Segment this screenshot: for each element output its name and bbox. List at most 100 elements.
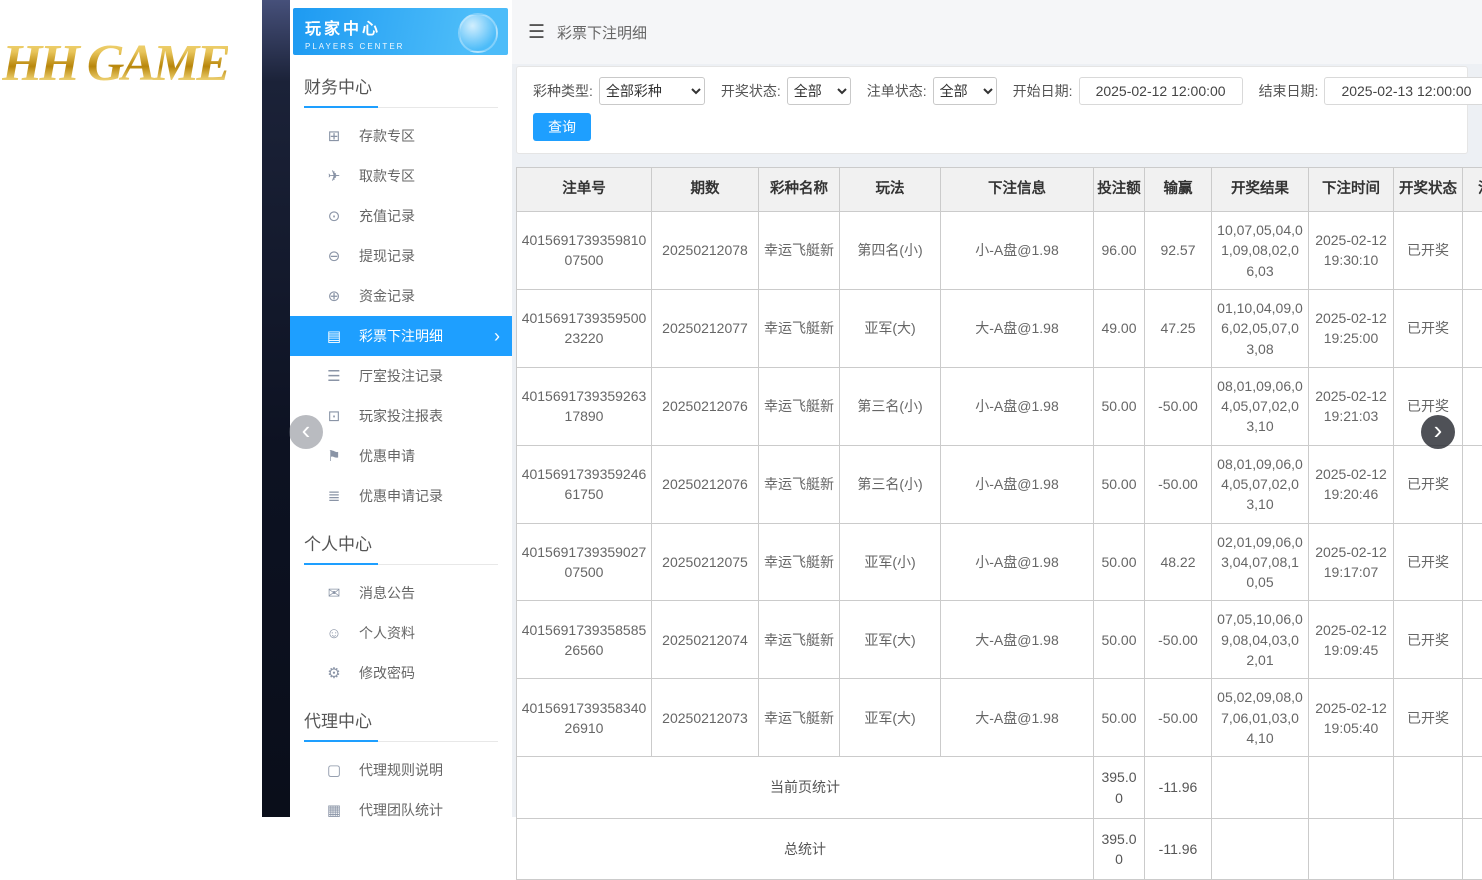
sidebar-item-label: 存款专区	[359, 126, 415, 146]
section-title-text: 代理中心	[304, 712, 372, 731]
sidebar-item-label: 优惠申请记录	[359, 486, 443, 506]
carousel-next-button[interactable]: ›	[1421, 415, 1455, 449]
order-status-select[interactable]: 全部	[933, 77, 997, 105]
player-bet-report-icon: ⊡	[324, 407, 344, 425]
sidebar: 玩家中心 PLAYERS CENTER 财务中心⊞存款专区✈取款专区⊙充值记录⊖…	[290, 0, 512, 817]
summary-empty-cell	[1463, 818, 1482, 880]
sidebar-item-message-announcements[interactable]: ✉ 消息公告	[290, 573, 512, 613]
carousel-prev-button[interactable]: ‹	[289, 415, 323, 449]
cell-draw_result: 01,10,04,09,06,02,05,07,03,08	[1212, 289, 1309, 367]
cell-bet_amount: 50.00	[1094, 679, 1145, 757]
agent-rules-icon: ▢	[324, 761, 344, 779]
sidebar-item-deposit-zone[interactable]: ⊞存款专区	[290, 116, 512, 156]
summary-row: 总统计395.00-11.96	[517, 818, 1482, 880]
cell-bet_time: 2025-02-12 19:25:00	[1309, 289, 1394, 367]
cell-draw_status: 已开奖	[1394, 679, 1463, 757]
summary-empty-cell	[1463, 757, 1482, 819]
players-center-banner: 玩家中心 PLAYERS CENTER	[293, 8, 508, 55]
summary-empty-cell	[1309, 757, 1394, 819]
backdrop-strip	[262, 0, 290, 817]
sidebar-section-title: 代理中心	[304, 707, 498, 742]
lottery-bet-details-icon: ▤	[324, 327, 344, 345]
lottery-type-select[interactable]: 全部彩种	[599, 77, 705, 105]
sidebar-item-agent-rules[interactable]: ▢代理规则说明	[290, 750, 512, 790]
column-header-bet_time: 下注时间	[1309, 168, 1394, 212]
page-title: 彩票下注明细	[557, 22, 647, 43]
sidebar-item-label: 彩票下注明细	[359, 326, 443, 346]
column-header-play: 玩法	[840, 168, 941, 212]
cell-bet_info: 小-A盘@1.98	[941, 445, 1094, 523]
sidebar-item-agent-team-stats[interactable]: ▦ 代理团队统计	[290, 790, 512, 817]
cell-win_loss: -50.00	[1145, 679, 1212, 757]
sidebar-item-profile[interactable]: ☺个人资料	[290, 613, 512, 653]
cell-bet_time: 2025-02-12 19:05:40	[1309, 679, 1394, 757]
cell-draw_result: 08,01,09,06,04,05,07,02,03,10	[1212, 445, 1309, 523]
cell-play: 亚军(大)	[840, 601, 941, 679]
sidebar-item-hall-bet-records[interactable]: ☰厅室投注记录	[290, 356, 512, 396]
sidebar-item-fund-records[interactable]: ⊕资金记录	[290, 276, 512, 316]
cell-lottery_name: 幸运飞艇新	[759, 367, 840, 445]
table-header-row: 注单号期数彩种名称玩法下注信息投注额输赢开奖结果下注时间开奖状态注单状态	[517, 168, 1482, 212]
draw-status-label: 开奖状态:	[721, 81, 781, 101]
cell-play: 第三名(小)	[840, 367, 941, 445]
cell-bet_amount: 50.00	[1094, 523, 1145, 601]
sidebar-item-lottery-bet-details[interactable]: ▤彩票下注明细›	[290, 316, 512, 356]
cell-bet_no: 401569173935926317890	[517, 367, 652, 445]
cell-win_loss: -50.00	[1145, 601, 1212, 679]
table-body: 40156917393598100750020250212078幸运飞艇新第四名…	[517, 212, 1482, 757]
column-header-lottery_name: 彩种名称	[759, 168, 840, 212]
table-summary: 当前页统计395.00-11.96总统计395.00-11.96	[517, 757, 1482, 880]
cell-draw_status: 已开奖	[1394, 601, 1463, 679]
cell-order_status: 有效	[1463, 445, 1482, 523]
column-header-bet_amount: 投注额	[1094, 168, 1145, 212]
cell-bet_info: 大-A盘@1.98	[941, 289, 1094, 367]
menu-toggle-icon[interactable]: ☰	[528, 21, 545, 44]
cell-order_status: 有效	[1463, 367, 1482, 445]
agent-team-stats-icon: ▦	[324, 801, 344, 817]
end-date-input[interactable]	[1324, 77, 1482, 105]
background-site-panel: HH GAME	[0, 0, 262, 817]
cell-period: 20250212076	[652, 367, 759, 445]
cell-period: 20250212077	[652, 289, 759, 367]
cell-draw_result: 07,05,10,06,09,08,04,03,02,01	[1212, 601, 1309, 679]
sidebar-item-player-bet-report[interactable]: ⊡ 玩家投注报表	[290, 396, 512, 436]
cell-lottery_name: 幸运飞艇新	[759, 445, 840, 523]
column-header-period: 期数	[652, 168, 759, 212]
cell-bet_no: 401569173935902707500	[517, 523, 652, 601]
summary-win-loss: -11.96	[1145, 818, 1212, 880]
sidebar-item-promo-apply[interactable]: ⚑优惠申请	[290, 436, 512, 476]
cell-play: 第四名(小)	[840, 212, 941, 290]
lottery-type-label: 彩种类型:	[533, 81, 593, 101]
cell-bet_time: 2025-02-12 19:30:10	[1309, 212, 1394, 290]
start-date-input[interactable]	[1079, 77, 1243, 105]
table-row: 40156917393590270750020250212075幸运飞艇新亚军(…	[517, 523, 1482, 601]
sidebar-item-withdrawal-records[interactable]: ⊖提现记录	[290, 236, 512, 276]
cell-bet_time: 2025-02-12 19:17:07	[1309, 523, 1394, 601]
cell-period: 20250212074	[652, 601, 759, 679]
sidebar-item-label: 个人资料	[359, 623, 415, 643]
start-date-filter: 开始日期:	[1013, 77, 1243, 105]
end-date-label: 结束日期:	[1259, 81, 1319, 101]
cell-bet_info: 大-A盘@1.98	[941, 679, 1094, 757]
table-row: 40156917393583402691020250212073幸运飞艇新亚军(…	[517, 679, 1482, 757]
sidebar-item-promo-apply-records[interactable]: ≣ 优惠申请记录	[290, 476, 512, 516]
draw-status-select[interactable]: 全部	[787, 77, 851, 105]
cell-bet_time: 2025-02-12 19:21:03	[1309, 367, 1394, 445]
sidebar-item-change-password[interactable]: ⚙修改密码	[290, 653, 512, 693]
cell-bet_amount: 96.00	[1094, 212, 1145, 290]
withdrawal-records-icon: ⊖	[324, 247, 344, 265]
sidebar-item-label: 代理团队统计	[359, 800, 443, 817]
sidebar-item-recharge-records[interactable]: ⊙充值记录	[290, 196, 512, 236]
cell-draw_status: 已开奖	[1394, 445, 1463, 523]
promo-apply-records-icon: ≣	[324, 487, 344, 505]
cell-order_status: 有效	[1463, 523, 1482, 601]
search-button[interactable]: 查询	[533, 113, 591, 141]
sidebar-item-label: 消息公告	[359, 583, 415, 603]
cell-lottery_name: 幸运飞艇新	[759, 601, 840, 679]
cell-draw_result: 08,01,09,06,04,05,07,02,03,10	[1212, 367, 1309, 445]
message-announcements-icon: ✉	[324, 584, 344, 602]
sidebar-item-label: 玩家投注报表	[359, 406, 443, 426]
sidebar-item-withdraw-zone[interactable]: ✈取款专区	[290, 156, 512, 196]
table-header: 注单号期数彩种名称玩法下注信息投注额输赢开奖结果下注时间开奖状态注单状态	[517, 168, 1482, 212]
bet-details-table-wrap: 注单号期数彩种名称玩法下注信息投注额输赢开奖结果下注时间开奖状态注单状态 401…	[516, 167, 1482, 880]
